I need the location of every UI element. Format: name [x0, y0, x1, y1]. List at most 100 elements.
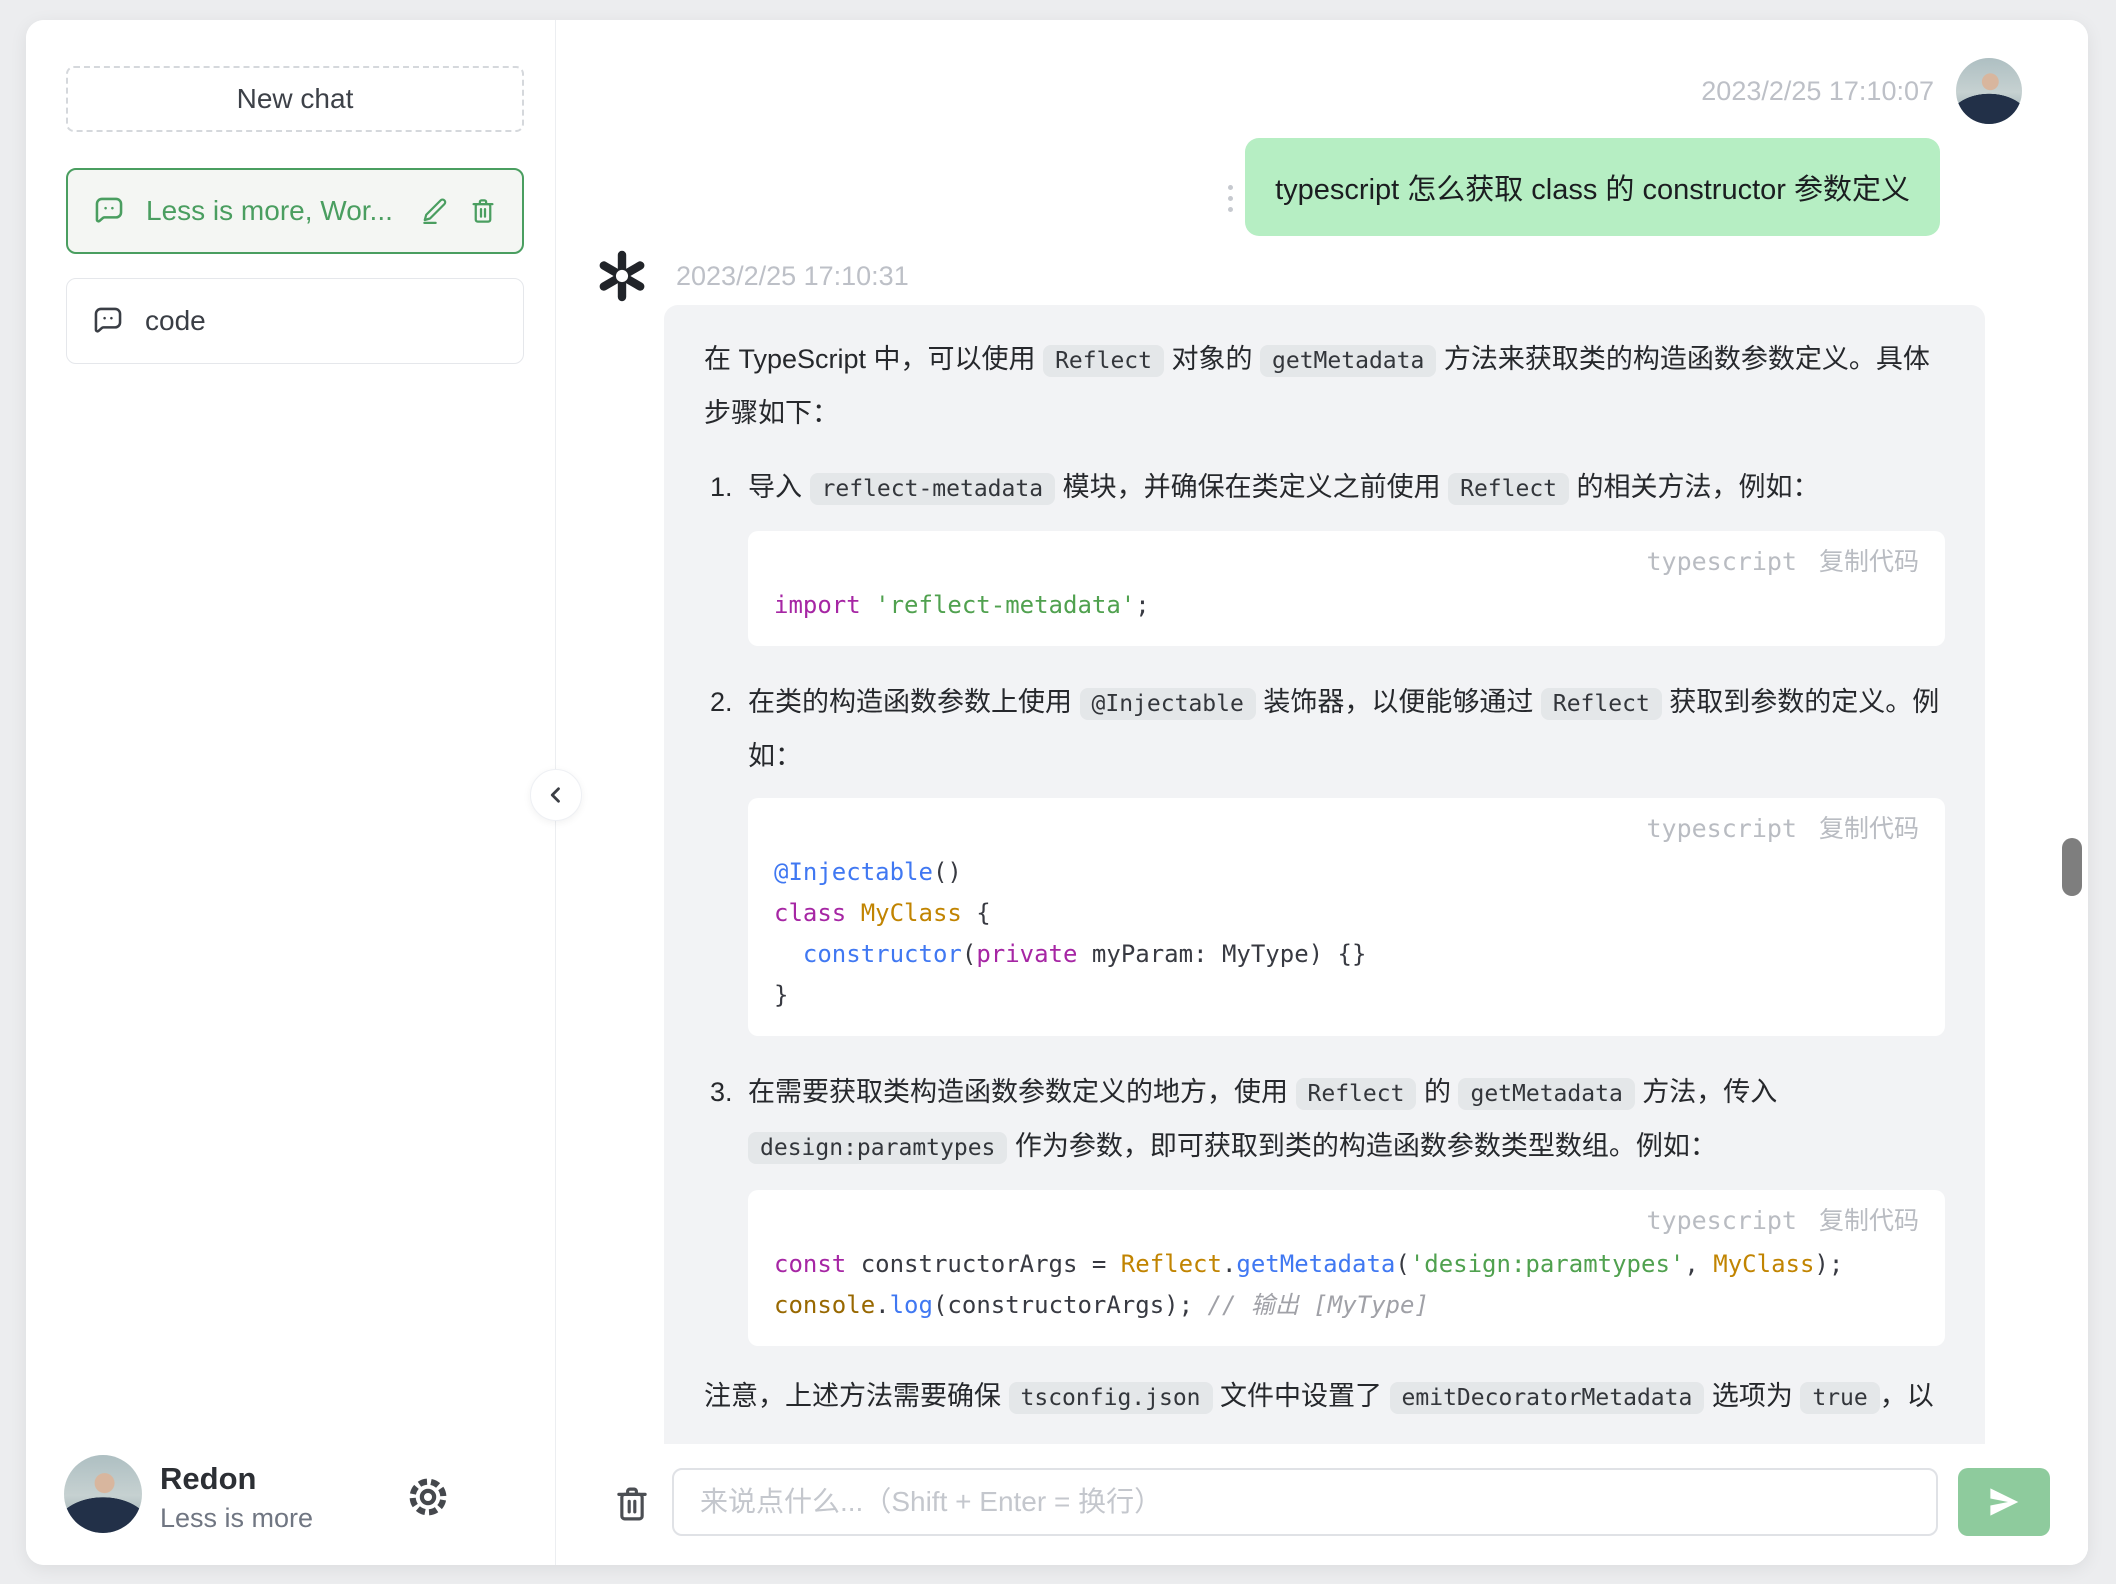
code-block-header: typescript复制代码	[774, 814, 1919, 844]
text-run: 在 TypeScript 中，可以使用	[704, 344, 1043, 374]
list-item-number: 1.	[710, 461, 748, 646]
text-run: 装饰器，以便能够通过	[1256, 687, 1541, 717]
code-language-label: typescript	[1646, 536, 1797, 588]
list-item-number: 2.	[710, 676, 748, 1036]
copy-code-button[interactable]: 复制代码	[1819, 536, 1919, 588]
code-token: console	[774, 1291, 875, 1319]
code-line: constructor(private myParam: MyType) {}	[774, 934, 1919, 975]
inline-code: reflect-metadata	[810, 473, 1056, 505]
chevron-left-icon	[541, 780, 571, 810]
scrollbar-thumb[interactable]	[2062, 838, 2082, 896]
settings-button[interactable]	[404, 1473, 452, 1521]
code-token	[846, 899, 860, 927]
inline-code: emitDecoratorMetadata	[1390, 1382, 1705, 1414]
user-message-bubble: typescript 怎么获取 class 的 constructor 参数定义	[1245, 138, 1940, 236]
text-run: ，以	[1880, 1381, 1934, 1411]
inline-code: getMetadata	[1458, 1078, 1634, 1110]
user-avatar	[1956, 58, 2022, 124]
list-item: 3.在需要获取类构造函数参数定义的地方，使用 Reflect 的 getMeta…	[710, 1066, 1945, 1346]
code-content: const constructorArgs = Reflect.getMetad…	[774, 1244, 1919, 1326]
profile-name: Redon	[160, 1461, 256, 1497]
text-run: 文件中设置了	[1213, 1381, 1390, 1411]
code-token: 'design:paramtypes'	[1410, 1250, 1685, 1278]
delete-icon[interactable]	[468, 196, 498, 226]
code-block: typescript复制代码const constructorArgs = Re…	[748, 1190, 1945, 1346]
inline-code: Reflect	[1541, 688, 1662, 720]
code-line: const constructorArgs = Reflect.getMetad…	[774, 1244, 1919, 1285]
code-token: getMetadata	[1236, 1250, 1395, 1278]
text-run: 作为参数，即可获取到类的构造函数参数类型数组。例如：	[1007, 1131, 1717, 1161]
inline-code: design:paramtypes	[748, 1132, 1007, 1164]
message-timestamp: 2023/2/25 17:10:07	[1701, 76, 1934, 107]
new-chat-button[interactable]: New chat	[66, 66, 524, 132]
code-token: 'reflect-metadata'	[875, 591, 1135, 619]
chat-title: Less is more, Wor...	[146, 195, 400, 227]
code-language-label: typescript	[1646, 1195, 1797, 1247]
code-block: typescript复制代码@Injectable()class MyClass…	[748, 798, 1945, 1036]
text-run: 的	[1416, 1077, 1458, 1107]
numbered-list: 1.导入 reflect-metadata 模块，并确保在类定义之前使用 Ref…	[704, 461, 1945, 1346]
list-item-body: 导入 reflect-metadata 模块，并确保在类定义之前使用 Refle…	[748, 461, 1945, 646]
code-block-header: typescript复制代码	[774, 1206, 1919, 1236]
code-content: @Injectable()class MyClass { constructor…	[774, 852, 1919, 1016]
user-avatar	[64, 1455, 142, 1533]
sidebar-item-chat-selected[interactable]: Less is more, Wor...	[66, 168, 524, 254]
app: New chat Less is more, Wor...	[0, 0, 2116, 1584]
code-token: log	[890, 1291, 933, 1319]
copy-code-button[interactable]: 复制代码	[1819, 803, 1919, 855]
sidebar-item-chat-code[interactable]: code	[66, 278, 524, 364]
app-window: New chat Less is more, Wor...	[26, 20, 2088, 1565]
code-token: constructorArgs =	[846, 1250, 1121, 1278]
sidebar-collapse-button[interactable]	[530, 769, 582, 821]
send-button[interactable]	[1958, 1468, 2050, 1536]
inline-code: Reflect	[1448, 473, 1569, 505]
text-run: 在类的构造函数参数上使用	[748, 687, 1080, 717]
code-line: @Injectable()	[774, 852, 1919, 893]
code-token	[861, 591, 875, 619]
inline-code: true	[1800, 1382, 1879, 1414]
code-token: .	[875, 1291, 889, 1319]
text-run: 导入	[748, 472, 810, 502]
list-item-number: 3.	[710, 1066, 748, 1346]
inline-code: Reflect	[1043, 345, 1164, 377]
code-token: MyClass	[861, 899, 962, 927]
code-token: class	[774, 899, 846, 927]
copy-code-button[interactable]: 复制代码	[1819, 1195, 1919, 1247]
message-timestamp: 2023/2/25 17:10:31	[676, 261, 909, 292]
code-language-label: typescript	[1646, 803, 1797, 855]
edit-icon[interactable]	[420, 196, 450, 226]
code-line: import 'reflect-metadata';	[774, 585, 1919, 626]
text-run: 在需要获取类构造函数参数定义的地方，使用	[748, 1077, 1296, 1107]
code-line: console.log(constructorArgs); // 输出 [MyT…	[774, 1285, 1919, 1326]
gear-icon	[405, 1474, 451, 1520]
text-run: 模块，并确保在类定义之前使用	[1055, 472, 1448, 502]
openai-logo-icon	[594, 248, 650, 304]
code-token: Reflect	[1121, 1250, 1222, 1278]
assistant-message-meta: 2023/2/25 17:10:31	[594, 248, 909, 304]
inline-code: Reflect	[1296, 1078, 1417, 1110]
message-input[interactable]	[672, 1468, 1938, 1536]
code-token: (	[962, 940, 976, 968]
code-token: (	[1395, 1250, 1409, 1278]
list-item: 1.导入 reflect-metadata 模块，并确保在类定义之前使用 Ref…	[710, 461, 1945, 646]
text-run: 的相关方法，例如：	[1569, 472, 1820, 502]
clear-chat-button[interactable]	[608, 1480, 656, 1528]
trash-icon	[611, 1483, 653, 1525]
code-token: @Injectable	[774, 858, 933, 886]
code-token	[774, 940, 803, 968]
chat-bubble-icon	[91, 304, 125, 338]
code-token: ,	[1684, 1250, 1713, 1278]
inline-code: @Injectable	[1080, 688, 1256, 720]
send-icon	[1985, 1483, 2023, 1521]
list-item: 2.在类的构造函数参数上使用 @Injectable 装饰器，以便能够通过 Re…	[710, 676, 1945, 1036]
chat-scroll-area[interactable]: 2023/2/25 17:10:07 typescript 怎么获取 class…	[556, 20, 2088, 1444]
new-chat-label: New chat	[237, 83, 354, 115]
sidebar: New chat Less is more, Wor...	[26, 20, 556, 1565]
code-token: myParam: MyType) {}	[1077, 940, 1366, 968]
code-token: (constructorArgs);	[933, 1291, 1208, 1319]
message-menu-icon[interactable]	[1228, 185, 1233, 212]
code-token: .	[1222, 1250, 1236, 1278]
code-block: typescript 复制代码import 'reflect-metadata';	[748, 531, 1945, 646]
user-message-meta: 2023/2/25 17:10:07	[556, 20, 2088, 124]
profile-section: Redon Less is more	[26, 1455, 555, 1565]
